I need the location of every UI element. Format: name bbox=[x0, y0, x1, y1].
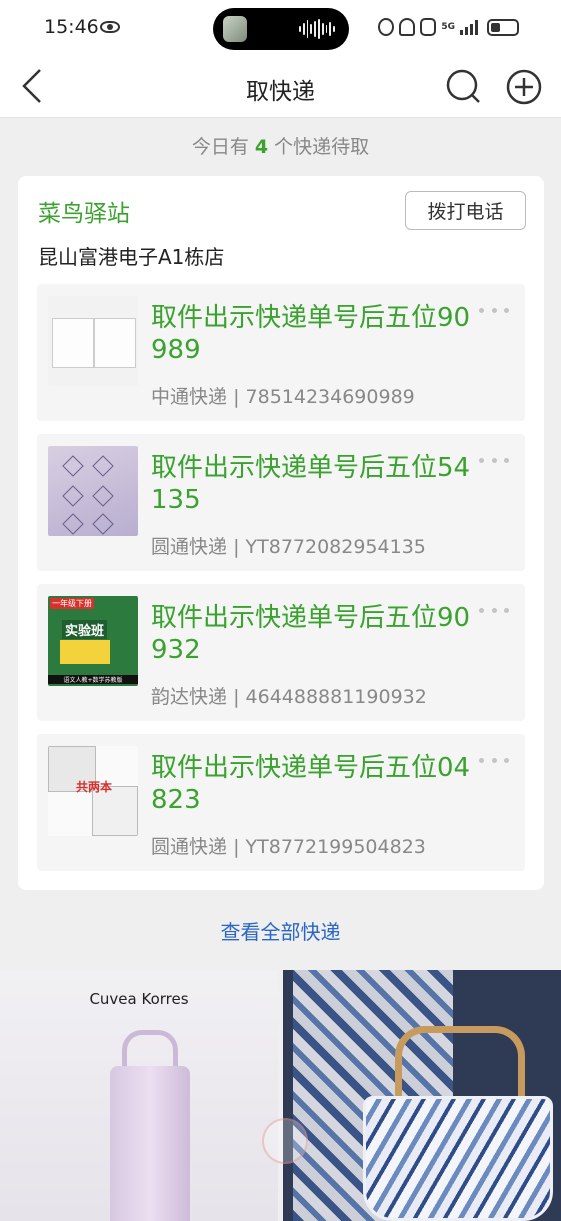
package-meta: 中通快递 | 78514234690989 bbox=[151, 382, 415, 409]
system-icons: 5G bbox=[378, 18, 519, 36]
station-card: 菜鸟驿站 拨打电话 昆山富港电子A1栋店 取件出示快递单号后五位90989 中通… bbox=[18, 176, 544, 890]
dynamic-island[interactable] bbox=[213, 8, 349, 50]
tracking-number: YT8772199504823 bbox=[245, 836, 426, 858]
more-icon[interactable] bbox=[479, 758, 509, 766]
package-meta: 韵达快递 | 464488881190932 bbox=[151, 682, 427, 709]
package-thumbnail bbox=[48, 446, 138, 536]
promo-card-right[interactable] bbox=[283, 970, 561, 1221]
thumb-label: 共两本 bbox=[76, 780, 113, 794]
package-item[interactable]: 一年级下册 实验班 语文人教+数学苏教版 取件出示快递单号后五位90932 韵达… bbox=[37, 584, 525, 721]
vibrate-icon bbox=[420, 18, 437, 36]
pending-summary: 今日有 4 个快递待取 bbox=[0, 132, 561, 162]
station-address: 昆山富港电子A1栋店 bbox=[38, 245, 225, 269]
audio-wave-icon bbox=[299, 19, 335, 39]
network-label: 5G bbox=[441, 21, 455, 32]
thumb-bottom-text: 语文人教+数学苏教版 bbox=[48, 675, 138, 684]
summary-suffix: 个快递待取 bbox=[274, 136, 370, 158]
basket-image bbox=[363, 1096, 553, 1221]
tracking-number: YT8772082954135 bbox=[245, 536, 426, 558]
summary-prefix: 今日有 bbox=[191, 136, 249, 158]
package-item[interactable]: 取件出示快递单号后五位54135 圆通快递 | YT8772082954135 bbox=[37, 434, 525, 571]
carrier-name: 圆通快递 bbox=[151, 536, 228, 558]
package-meta: 圆通快递 | YT8772199504823 bbox=[151, 832, 426, 859]
search-icon[interactable] bbox=[446, 69, 480, 103]
battery-icon bbox=[487, 18, 519, 36]
bag-image bbox=[110, 1066, 190, 1221]
call-button[interactable]: 拨打电话 bbox=[405, 191, 526, 230]
package-thumbnail: 一年级下册 实验班 语文人教+数学苏教版 bbox=[48, 596, 138, 686]
signal-icon bbox=[460, 20, 478, 35]
package-item[interactable]: 共两本 取件出示快递单号后五位04823 圆通快递 | YT8772199504… bbox=[37, 734, 525, 871]
add-icon[interactable] bbox=[506, 69, 542, 105]
more-icon[interactable] bbox=[479, 458, 509, 466]
pending-count: 4 bbox=[254, 136, 269, 158]
meta-separator: | bbox=[233, 686, 240, 708]
tracking-number: 464488881190932 bbox=[245, 686, 427, 708]
package-thumbnail: 共两本 bbox=[48, 746, 138, 836]
promo-brand: Cuvea Korres bbox=[89, 990, 189, 1008]
more-icon[interactable] bbox=[479, 308, 509, 316]
more-icon[interactable] bbox=[479, 608, 509, 616]
carrier-name: 韵达快递 bbox=[151, 686, 228, 708]
meta-separator: | bbox=[233, 836, 240, 858]
carrier-name: 中通快递 bbox=[151, 386, 228, 408]
island-avatar bbox=[223, 16, 247, 42]
status-bar: 15:46 5G bbox=[0, 0, 561, 56]
view-all-link[interactable]: 查看全部快递 bbox=[0, 916, 561, 945]
station-name[interactable]: 菜鸟驿站 bbox=[38, 194, 130, 228]
package-title: 取件出示快递单号后五位90989 bbox=[151, 303, 471, 365]
tracking-number: 78514234690989 bbox=[245, 386, 415, 408]
thumb-main-text: 实验班 bbox=[62, 620, 108, 639]
status-time: 15:46 bbox=[44, 16, 99, 38]
package-title: 取件出示快递单号后五位54135 bbox=[151, 453, 471, 515]
package-title: 取件出示快递单号后五位90932 bbox=[151, 603, 471, 665]
package-item[interactable]: 取件出示快递单号后五位90989 中通快递 | 78514234690989 bbox=[37, 284, 525, 421]
headphones-icon bbox=[399, 18, 416, 36]
alarm-icon bbox=[378, 18, 395, 36]
watermark-logo bbox=[262, 1118, 308, 1164]
nav-bar: 取快递 bbox=[0, 56, 561, 118]
carrier-name: 圆通快递 bbox=[151, 836, 228, 858]
meta-separator: | bbox=[233, 536, 240, 558]
thumb-top-text: 一年级下册 bbox=[50, 598, 94, 609]
promo-card-left[interactable]: Cuvea Korres bbox=[0, 970, 278, 1221]
meta-separator: | bbox=[233, 386, 240, 408]
package-title: 取件出示快递单号后五位04823 bbox=[151, 753, 471, 815]
package-thumbnail bbox=[48, 296, 138, 386]
package-meta: 圆通快递 | YT8772082954135 bbox=[151, 532, 426, 559]
eye-icon bbox=[100, 21, 120, 33]
